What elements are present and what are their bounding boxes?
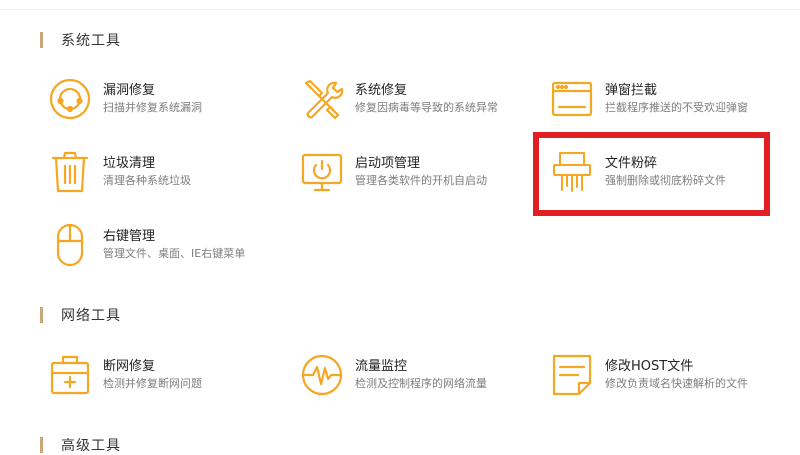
shredder-icon: [550, 150, 594, 194]
section-header-network-tools: 网络工具: [40, 305, 121, 325]
tool-system-repair[interactable]: 系统修复 修复因病毒等导致的系统异常: [300, 77, 540, 125]
mouse-icon: [48, 223, 92, 267]
tool-name: 右键管理: [103, 229, 156, 244]
medkit-icon: [48, 353, 92, 397]
tool-name: 文件粉碎: [605, 156, 658, 171]
tool-name: 修改HOST文件: [605, 359, 694, 374]
tool-name: 漏洞修复: [103, 83, 156, 98]
section-header-advanced-tools: 高级工具: [40, 435, 121, 455]
tool-junk-clean[interactable]: 垃圾清理 清理各种系统垃圾: [48, 150, 288, 198]
tool-description: 管理各类软件的开机自启动: [355, 174, 487, 187]
section-title: 高级工具: [61, 438, 121, 454]
tool-traffic-monitor[interactable]: 流量监控 检测及控制程序的网络流量: [300, 353, 540, 401]
pulse-gauge-icon: [300, 353, 344, 397]
shield-scan-icon: [48, 77, 92, 121]
tool-startup-manage[interactable]: 启动项管理 管理各类软件的开机自启动: [300, 150, 540, 198]
tool-leak-repair[interactable]: 漏洞修复 扫描并修复系统漏洞: [48, 77, 288, 125]
tool-name: 流量监控: [355, 359, 408, 374]
tool-description: 管理文件、桌面、IE右键菜单: [103, 247, 246, 260]
tool-host-edit[interactable]: 修改HOST文件 修改负责域名快速解析的文件: [550, 353, 790, 401]
tool-description: 扫描并修复系统漏洞: [103, 101, 202, 114]
tool-name: 弹窗拦截: [605, 83, 658, 98]
tool-description: 拦截程序推送的不受欢迎弹窗: [605, 101, 748, 114]
tool-file-shred[interactable]: 文件粉碎 强制删除或彻底粉碎文件: [550, 150, 790, 198]
section-title: 系统工具: [61, 33, 121, 49]
tool-name: 断网修复: [103, 359, 156, 374]
tool-description: 修改负责域名快速解析的文件: [605, 377, 748, 390]
section-title: 网络工具: [61, 308, 121, 324]
section-accent-bar: [40, 437, 43, 453]
tool-popup-block[interactable]: 弹窗拦截 拦截程序推送的不受欢迎弹窗: [550, 77, 790, 125]
tool-description: 强制删除或彻底粉碎文件: [605, 174, 726, 187]
tool-name: 启动项管理: [355, 156, 421, 171]
tool-description: 修复因病毒等导致的系统异常: [355, 101, 498, 114]
tool-net-repair[interactable]: 断网修复 检测并修复断网问题: [48, 353, 288, 401]
tool-description: 检测及控制程序的网络流量: [355, 377, 487, 390]
window-icon: [550, 77, 594, 121]
section-header-system-tools: 系统工具: [40, 30, 121, 50]
section-accent-bar: [40, 32, 43, 48]
document-icon: [550, 353, 594, 397]
trash-icon: [48, 150, 92, 194]
section-accent-bar: [40, 307, 43, 323]
wrench-screwdriver-icon: [300, 77, 344, 121]
monitor-power-icon: [300, 150, 344, 194]
top-divider: [0, 0, 800, 10]
tool-context-menu[interactable]: 右键管理 管理文件、桌面、IE右键菜单: [48, 223, 288, 271]
tool-name: 系统修复: [355, 83, 408, 98]
tool-description: 清理各种系统垃圾: [103, 174, 191, 187]
tool-description: 检测并修复断网问题: [103, 377, 202, 390]
tool-name: 垃圾清理: [103, 156, 156, 171]
